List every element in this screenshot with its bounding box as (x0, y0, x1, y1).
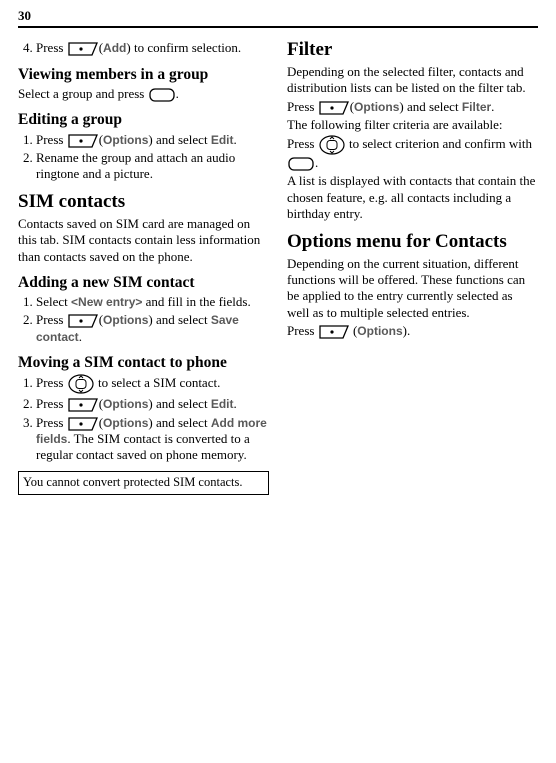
heading-viewing-members: Viewing members in a group (18, 65, 269, 84)
text: . (491, 99, 494, 114)
text: Select a group and press (18, 86, 148, 101)
text: Press (36, 132, 67, 147)
text: Press (36, 375, 67, 390)
text: . (234, 132, 237, 147)
text: ) and select (148, 396, 210, 411)
heading-sim-contacts: SIM contacts (18, 190, 269, 214)
heading-options-menu: Options menu for Contacts (287, 230, 538, 254)
softkey-dot-icon (68, 417, 98, 431)
paragraph: Press to select criterion and confirm wi… (287, 135, 538, 171)
option-label: Options (103, 397, 148, 411)
list-item: Press (Options) and select Edit. (36, 396, 269, 412)
softkey-dot-icon (68, 134, 98, 148)
text: Press (287, 323, 318, 338)
text: ) and select (148, 312, 210, 327)
note-text: You cannot convert protected SIM contact… (23, 475, 243, 489)
text: Press (36, 312, 67, 327)
text: . (234, 396, 237, 411)
text: ). (403, 323, 411, 338)
nav-updown-icon (68, 374, 94, 394)
paragraph: The following filter criteria are availa… (287, 117, 538, 133)
list-item: Press (Options) and select Add more fiel… (36, 415, 269, 464)
text: ) and select (148, 132, 210, 147)
columns: Press (Add) to confirm selection. Viewin… (18, 38, 538, 495)
option-label: Options (103, 313, 148, 327)
page-number: 30 (18, 8, 538, 24)
list-item: Press (Options) and select Save contact. (36, 312, 269, 345)
text: Press (36, 415, 67, 430)
paragraph: Contacts saved on SIM card are managed o… (18, 216, 269, 265)
paragraph: Depending on the current situation, diff… (287, 256, 538, 321)
paragraph: A list is displayed with contacts that c… (287, 173, 538, 222)
paragraph: Press (Options). (287, 323, 538, 339)
addsim-list: Select <New entry> and fill in the field… (18, 294, 269, 345)
text: ) to confirm selection. (126, 40, 241, 55)
column-left: Press (Add) to confirm selection. Viewin… (18, 38, 269, 495)
paragraph: Depending on the selected filter, contac… (287, 64, 538, 97)
menu-label: <New entry> (71, 295, 142, 309)
movesim-list: Press to select a SIM contact. Press (Op… (18, 374, 269, 463)
rounded-key-icon (149, 88, 175, 102)
option-label: Options (357, 324, 402, 338)
softkey-dot-icon (68, 314, 98, 328)
text: ) and select (399, 99, 461, 114)
text: Rename the group and attach an audio rin… (36, 150, 235, 181)
text: Select (36, 294, 71, 309)
text: Press (287, 136, 318, 151)
list-item: Select <New entry> and fill in the field… (36, 294, 269, 310)
text: Press (36, 396, 67, 411)
heading-move-sim: Moving a SIM contact to phone (18, 353, 269, 372)
editing-list: Press (Options) and select Edit. Rename … (18, 132, 269, 183)
heading-filter: Filter (287, 38, 538, 62)
rounded-key-icon (288, 157, 314, 171)
option-label: Add (103, 41, 126, 55)
option-label: Options (103, 416, 148, 430)
text: Press (36, 40, 67, 55)
text: . The SIM contact is converted to a regu… (36, 431, 250, 462)
select-label: Edit (211, 133, 234, 147)
softkey-dot-icon (68, 42, 98, 56)
text: . (315, 155, 318, 170)
text: . (176, 86, 179, 101)
text: and fill in the fields. (142, 294, 250, 309)
list-item: Press (Options) and select Edit. (36, 132, 269, 148)
text: Press (287, 99, 318, 114)
text: . (79, 329, 82, 344)
text: to select a SIM contact. (98, 375, 220, 390)
list-item: Press (Add) to confirm selection. (36, 40, 269, 56)
list-item: Rename the group and attach an audio rin… (36, 150, 269, 183)
nav-updown-icon (319, 135, 345, 155)
text: ) and select (148, 415, 210, 430)
paragraph: Press (Options) and select Filter. (287, 99, 538, 115)
softkey-dot-icon (319, 101, 349, 115)
select-label: Filter (462, 100, 491, 114)
top-divider (18, 26, 538, 28)
option-label: Options (354, 100, 399, 114)
page: 30 Press (Add) to confirm selection. Vie… (0, 0, 556, 513)
softkey-dot-icon (319, 325, 349, 339)
heading-add-sim: Adding a new SIM contact (18, 273, 269, 292)
note-box: You cannot convert protected SIM contact… (18, 471, 269, 495)
option-label: Options (103, 133, 148, 147)
paragraph: Select a group and press . (18, 86, 269, 102)
list-item: Press to select a SIM contact. (36, 374, 269, 394)
continue-list: Press (Add) to confirm selection. (18, 40, 269, 56)
text: to select criterion and confirm with (349, 136, 532, 151)
softkey-dot-icon (68, 398, 98, 412)
select-label: Edit (211, 397, 234, 411)
heading-editing-group: Editing a group (18, 110, 269, 129)
column-right: Filter Depending on the selected filter,… (287, 38, 538, 495)
